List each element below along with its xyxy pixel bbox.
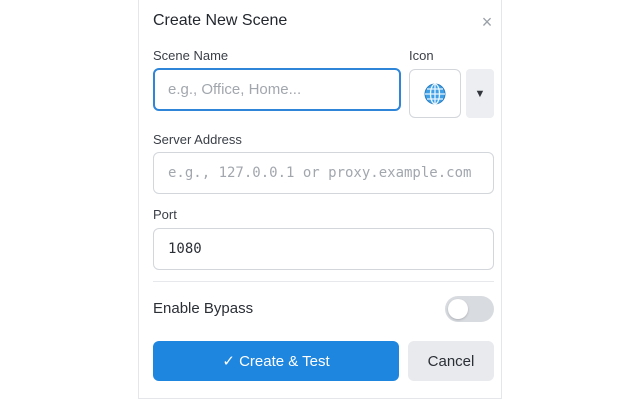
scene-name-label: Scene Name: [153, 48, 229, 63]
icon-picker[interactable]: [409, 69, 461, 118]
port-label: Port: [153, 207, 177, 222]
icon-dropdown-button[interactable]: ▼: [466, 69, 494, 118]
divider: [153, 281, 494, 282]
toggle-knob: [448, 299, 468, 319]
close-icon[interactable]: ×: [479, 12, 495, 32]
icon-label: Icon: [409, 48, 434, 63]
dialog-title: Create New Scene: [153, 12, 288, 29]
cancel-button[interactable]: Cancel: [408, 341, 494, 381]
server-address-label: Server Address: [153, 132, 242, 147]
globe-icon: [424, 82, 446, 105]
enable-bypass-toggle[interactable]: [445, 296, 494, 322]
create-and-test-button[interactable]: ✓ Create & Test: [153, 341, 399, 381]
server-address-input[interactable]: [153, 152, 494, 194]
enable-bypass-label: Enable Bypass: [153, 300, 254, 317]
scene-name-input[interactable]: [153, 68, 401, 111]
port-input[interactable]: [153, 228, 494, 270]
page-background: Create New Scene × Scene Name Icon ▼ Ser…: [0, 0, 640, 400]
chevron-down-icon: ▼: [474, 87, 486, 100]
create-scene-dialog: Create New Scene × Scene Name Icon ▼ Ser…: [138, 0, 502, 399]
